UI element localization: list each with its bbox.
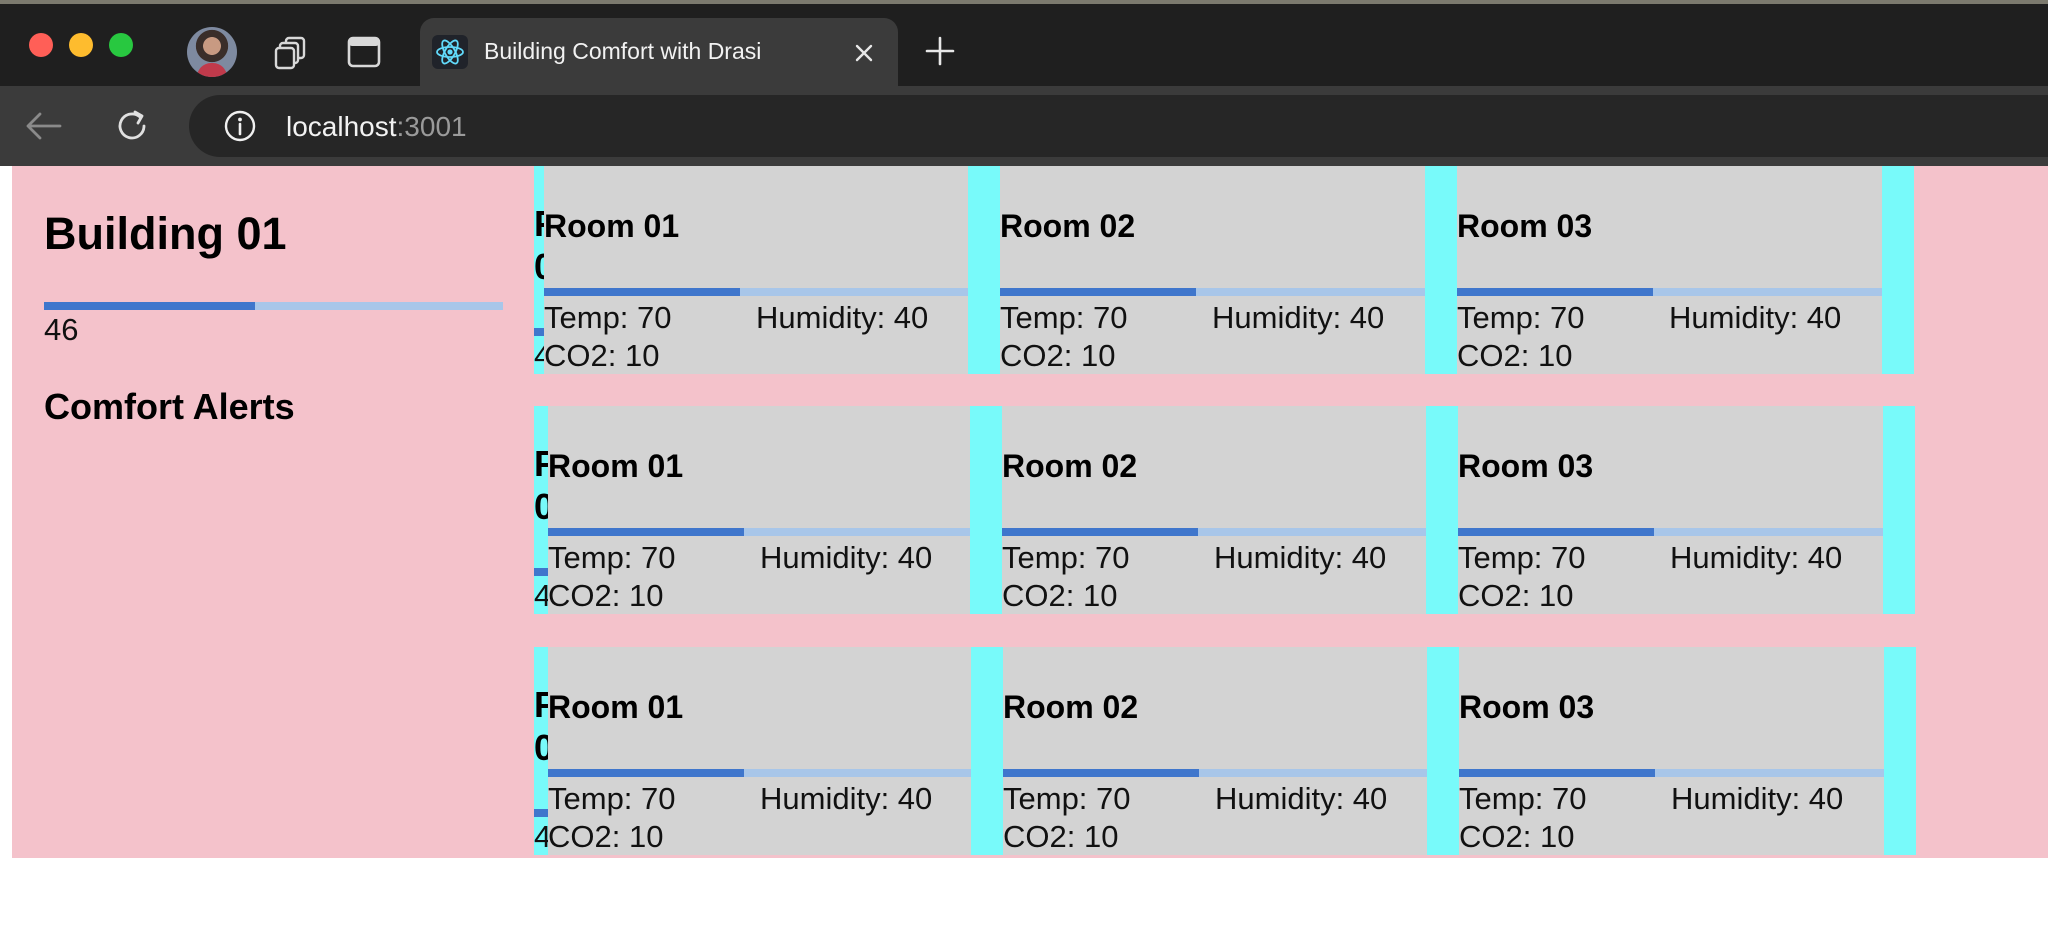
room-separator bbox=[1425, 166, 1457, 374]
room-title: Room 03 bbox=[1457, 208, 1593, 244]
tab-actions-icon[interactable] bbox=[347, 36, 381, 68]
room-separator bbox=[971, 647, 1003, 855]
room-co2: CO2: 10 bbox=[1458, 578, 1574, 613]
room-separator bbox=[1882, 166, 1914, 374]
room-title: Room 02 bbox=[1000, 208, 1136, 244]
room-comfort-bar bbox=[1457, 288, 1882, 296]
room-humidity: Humidity: 40 bbox=[760, 540, 933, 575]
room-humidity: Humidity: 40 bbox=[1212, 300, 1385, 335]
room-title: Room 02 bbox=[1003, 689, 1139, 725]
minimize-window-light-icon[interactable] bbox=[69, 33, 93, 57]
room-temp: Temp: 70 bbox=[1002, 540, 1130, 575]
room-card: Room 03 Temp: 70 Humidity: 40 CO2: 10 bbox=[1458, 406, 1883, 614]
room-comfort-bar bbox=[1000, 288, 1425, 296]
room-separator bbox=[1883, 406, 1915, 614]
room-co2: CO2: 10 bbox=[548, 819, 664, 854]
room-comfort-bar-fill bbox=[548, 769, 744, 777]
floor-row: Floor0246Room 01Temp: 70Humidity: 40CO2:… bbox=[12, 406, 2048, 614]
room-title: Room 01 bbox=[548, 689, 684, 725]
room-comfort-bar-fill bbox=[1457, 288, 1653, 296]
room-title: Room 03 bbox=[1459, 689, 1595, 725]
room-co2: CO2: 10 bbox=[1459, 819, 1575, 854]
browser-toolbar: localhost:3001 bbox=[0, 86, 2048, 166]
room-title: Room 01 bbox=[548, 448, 684, 484]
room-humidity: Humidity: 40 bbox=[1215, 781, 1388, 816]
room-temp: Temp: 70 bbox=[1459, 781, 1587, 816]
room-comfort-bar-fill bbox=[1003, 769, 1199, 777]
room-humidity: Humidity: 40 bbox=[1671, 781, 1844, 816]
floor-row: Floor0146Room 01Temp: 70Humidity: 40CO2:… bbox=[12, 166, 2048, 374]
room-temp: Temp: 70 bbox=[544, 300, 672, 335]
profile-avatar[interactable] bbox=[187, 27, 237, 77]
plus-icon[interactable] bbox=[925, 36, 955, 66]
page-content: Building 01 46 Comfort Alerts Floor0146R… bbox=[12, 166, 2048, 858]
room-comfort-bar-fill bbox=[1002, 528, 1198, 536]
room-separator bbox=[1427, 647, 1459, 855]
room-co2: CO2: 10 bbox=[544, 338, 660, 373]
room-co2: CO2: 10 bbox=[1002, 578, 1118, 613]
room-card: Room 03 Temp: 70 Humidity: 40 CO2: 10 bbox=[1459, 647, 1884, 855]
room-card: Room 01 Temp: 70 Humidity: 40 CO2: 10 bbox=[544, 166, 969, 374]
room-card: Room 02 Temp: 70 Humidity: 40 CO2: 10 bbox=[1002, 406, 1427, 614]
reload-icon[interactable] bbox=[114, 108, 150, 144]
url-text[interactable]: localhost:3001 bbox=[286, 111, 467, 143]
browser-tab-bar: Building Comfort with Drasi bbox=[0, 0, 2048, 86]
room-temp: Temp: 70 bbox=[1457, 300, 1585, 335]
room-co2: CO2: 10 bbox=[1003, 819, 1119, 854]
tab-title: Building Comfort with Drasi bbox=[484, 38, 762, 64]
room-card: Room 02 Temp: 70 Humidity: 40 CO2: 10 bbox=[1000, 166, 1425, 374]
room-separator bbox=[1884, 647, 1916, 855]
room-comfort-bar bbox=[1002, 528, 1427, 536]
room-comfort-bar-fill bbox=[1458, 528, 1654, 536]
url-port: :3001 bbox=[396, 111, 467, 142]
room-separator bbox=[968, 166, 1000, 374]
back-arrow-icon[interactable] bbox=[24, 111, 62, 141]
room-separator bbox=[1426, 406, 1458, 614]
room-title: Room 03 bbox=[1458, 448, 1594, 484]
room-temp: Temp: 70 bbox=[1003, 781, 1131, 816]
room-comfort-bar-fill bbox=[544, 288, 740, 296]
room-temp: Temp: 70 bbox=[1000, 300, 1128, 335]
room-card: Room 01 Temp: 70 Humidity: 40 CO2: 10 bbox=[548, 647, 973, 855]
room-co2: CO2: 10 bbox=[1000, 338, 1116, 373]
room-humidity: Humidity: 40 bbox=[1214, 540, 1387, 575]
room-humidity: Humidity: 40 bbox=[1669, 300, 1842, 335]
room-comfort-bar bbox=[548, 769, 973, 777]
close-icon[interactable] bbox=[854, 43, 874, 63]
room-humidity: Humidity: 40 bbox=[1670, 540, 1843, 575]
room-co2: CO2: 10 bbox=[548, 578, 664, 613]
room-temp: Temp: 70 bbox=[548, 540, 676, 575]
room-title: Room 02 bbox=[1002, 448, 1138, 484]
room-temp: Temp: 70 bbox=[548, 781, 676, 816]
room-separator bbox=[970, 406, 1002, 614]
room-card: Room 02 Temp: 70 Humidity: 40 CO2: 10 bbox=[1003, 647, 1428, 855]
room-comfort-bar-fill bbox=[548, 528, 744, 536]
room-card: Room 03 Temp: 70 Humidity: 40 CO2: 10 bbox=[1457, 166, 1882, 374]
react-atom-icon bbox=[432, 35, 468, 69]
room-comfort-bar-fill bbox=[1459, 769, 1655, 777]
window-top-stripe bbox=[0, 0, 2048, 4]
browser-tab-active[interactable]: Building Comfort with Drasi bbox=[420, 18, 898, 86]
room-comfort-bar bbox=[1003, 769, 1428, 777]
zoom-window-light-icon[interactable] bbox=[109, 33, 133, 57]
room-title: Room 01 bbox=[544, 208, 680, 244]
room-comfort-bar bbox=[1459, 769, 1884, 777]
room-comfort-bar bbox=[548, 528, 973, 536]
room-comfort-bar bbox=[544, 288, 969, 296]
room-humidity: Humidity: 40 bbox=[756, 300, 929, 335]
info-icon[interactable] bbox=[223, 109, 257, 143]
url-host: localhost bbox=[286, 111, 397, 142]
room-card: Room 01 Temp: 70 Humidity: 40 CO2: 10 bbox=[548, 406, 973, 614]
close-window-light-icon[interactable] bbox=[29, 33, 53, 57]
room-comfort-bar bbox=[1458, 528, 1883, 536]
room-humidity: Humidity: 40 bbox=[760, 781, 933, 816]
room-co2: CO2: 10 bbox=[1457, 338, 1573, 373]
room-temp: Temp: 70 bbox=[1458, 540, 1586, 575]
workspaces-icon[interactable] bbox=[274, 36, 310, 70]
address-bar[interactable]: localhost:3001 bbox=[189, 95, 2048, 157]
room-comfort-bar-fill bbox=[1000, 288, 1196, 296]
floor-row: Floor0346Room 01Temp: 70Humidity: 40CO2:… bbox=[12, 647, 2048, 855]
